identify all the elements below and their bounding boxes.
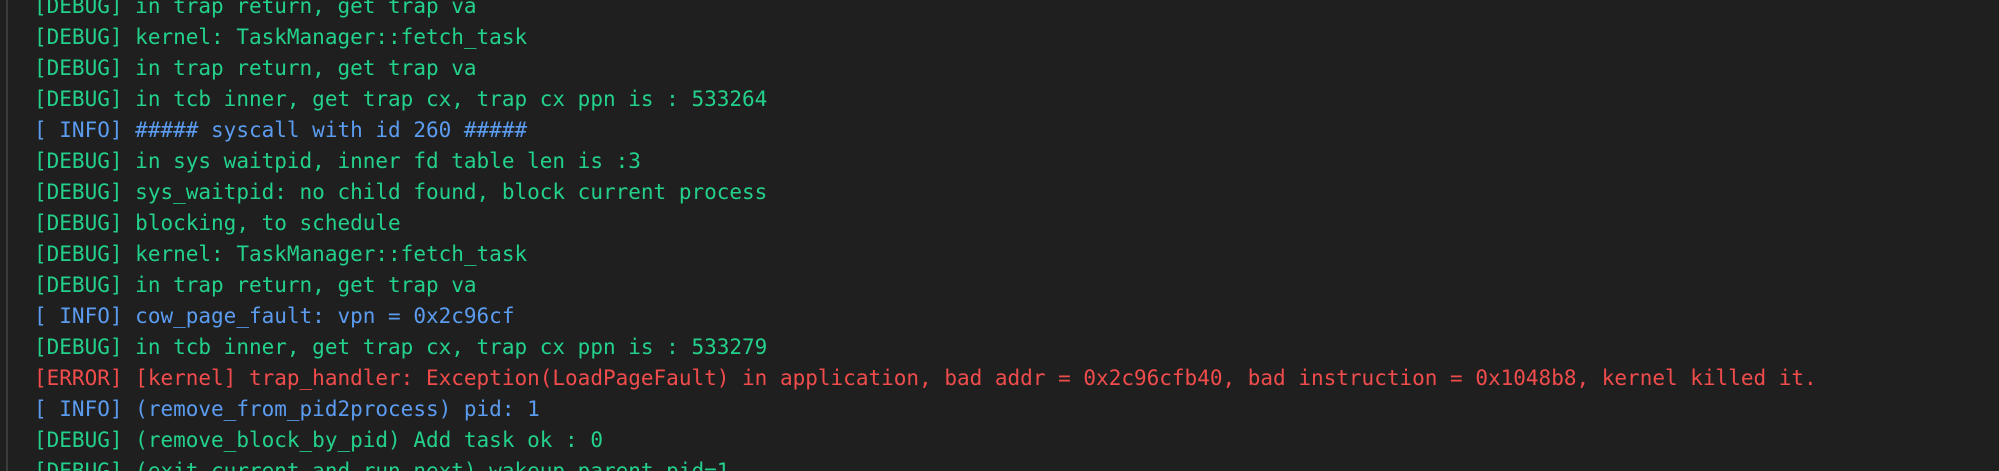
log-line: [DEBUG] in tcb inner, get trap cx, trap …: [34, 84, 1817, 115]
log-message: kernel: TaskManager::fetch_task: [135, 242, 528, 266]
log-message: (remove_from_pid2process) pid: 1: [135, 397, 540, 421]
log-line: [DEBUG] (remove_block_by_pid) Add task o…: [34, 425, 1817, 456]
log-message: cow_page_fault: vpn = 0x2c96cf: [135, 304, 515, 328]
log-line: [DEBUG] in sys waitpid, inner fd table l…: [34, 146, 1817, 177]
log-line: [DEBUG] kernel: TaskManager::fetch_task: [34, 239, 1817, 270]
log-level-tag: [DEBUG]: [34, 459, 123, 471]
log-line: [ INFO] (remove_from_pid2process) pid: 1: [34, 394, 1817, 425]
log-level-tag: [DEBUG]: [34, 87, 123, 111]
log-level-tag: [ INFO]: [34, 397, 123, 421]
log-lines-list: [DEBUG] in trap return, get trap va [DEBU…: [34, 0, 1817, 471]
log-message: (exit_current_and_run_next) wakeup paren…: [135, 459, 730, 471]
log-message: sys_waitpid: no child found, block curre…: [135, 180, 768, 204]
log-message: in trap return, get trap va: [135, 273, 477, 297]
terminal-gutter: [6, 0, 8, 471]
log-level-tag: [DEBUG]: [34, 211, 123, 235]
terminal-output-panel[interactable]: [DEBUG] in trap return, get trap va [DEBU…: [0, 0, 1999, 471]
log-line: [DEBUG] in tcb inner, get trap cx, trap …: [34, 332, 1817, 363]
log-message: ##### syscall with id 260 #####: [135, 118, 528, 142]
log-message: (remove_block_by_pid) Add task ok : 0: [135, 428, 603, 452]
log-level-tag: [DEBUG]: [34, 0, 123, 18]
log-level-tag: [DEBUG]: [34, 335, 123, 359]
log-level-tag: [DEBUG]: [34, 428, 123, 452]
log-message: in trap return, get trap va: [135, 0, 477, 18]
log-level-tag: [DEBUG]: [34, 25, 123, 49]
log-level-tag: [DEBUG]: [34, 273, 123, 297]
log-level-tag: [DEBUG]: [34, 180, 123, 204]
log-level-tag: [ INFO]: [34, 118, 123, 142]
log-message: kernel: TaskManager::fetch_task: [135, 25, 528, 49]
log-line: [ERROR] [kernel] trap_handler: Exception…: [34, 363, 1817, 394]
log-level-tag: [ INFO]: [34, 304, 123, 328]
log-message: [kernel] trap_handler: Exception(LoadPag…: [135, 366, 1817, 390]
log-message: in sys waitpid, inner fd table len is :3: [135, 149, 641, 173]
log-line: [DEBUG] in trap return, get trap va: [34, 270, 1817, 301]
log-message: in tcb inner, get trap cx, trap cx ppn i…: [135, 87, 768, 111]
log-message: in tcb inner, get trap cx, trap cx ppn i…: [135, 335, 768, 359]
log-level-tag: [DEBUG]: [34, 149, 123, 173]
log-message: blocking, to schedule: [135, 211, 401, 235]
log-line: [DEBUG] in trap return, get trap va: [34, 0, 1817, 22]
log-line: [ INFO] ##### syscall with id 260 #####: [34, 115, 1817, 146]
log-level-tag: [ERROR]: [34, 366, 123, 390]
log-line: [DEBUG] (exit_current_and_run_next) wake…: [34, 456, 1817, 471]
log-line: [DEBUG] in trap return, get trap va: [34, 53, 1817, 84]
log-level-tag: [DEBUG]: [34, 56, 123, 80]
log-message: in trap return, get trap va: [135, 56, 477, 80]
log-line: [DEBUG] sys_waitpid: no child found, blo…: [34, 177, 1817, 208]
log-line: [ INFO] cow_page_fault: vpn = 0x2c96cf: [34, 301, 1817, 332]
log-level-tag: [DEBUG]: [34, 242, 123, 266]
log-line: [DEBUG] blocking, to schedule: [34, 208, 1817, 239]
log-line: [DEBUG] kernel: TaskManager::fetch_task: [34, 22, 1817, 53]
